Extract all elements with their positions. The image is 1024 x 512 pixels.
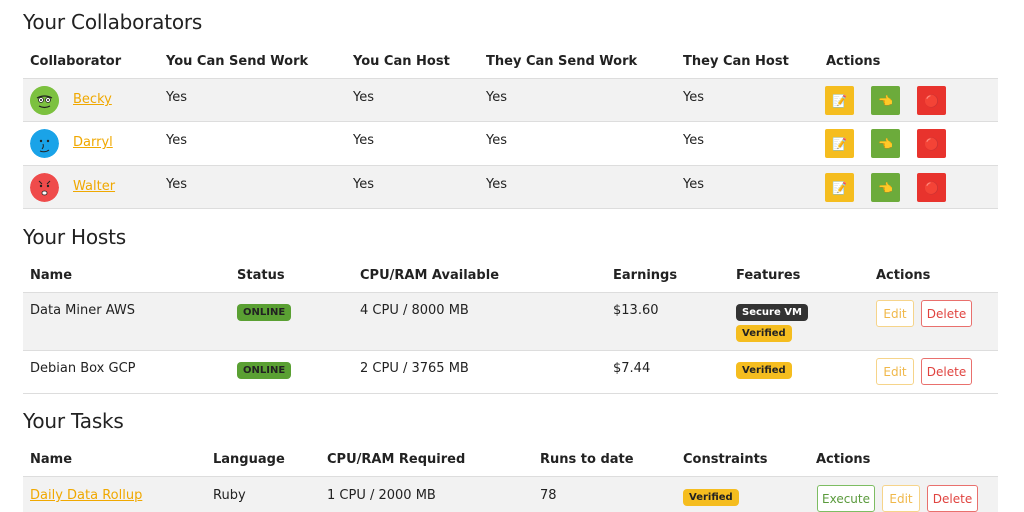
edit-note-icon: 📝 — [832, 136, 847, 151]
red-circle-icon: 🔴 — [924, 93, 939, 108]
feature-badge-secure-vm: Secure VM — [736, 304, 808, 321]
avatar-becky — [30, 86, 59, 115]
host-row: Debian Box GCP ONLINE 2 CPU / 3765 MB $7… — [23, 351, 998, 394]
earnings-value: $7.44 — [613, 361, 651, 376]
they-host-value: Yes — [683, 133, 704, 148]
header-name: Name — [30, 268, 73, 283]
language-value: Ruby — [213, 488, 246, 503]
header-actions: Actions — [826, 54, 881, 69]
host-row: Data Miner AWS ONLINE 4 CPU / 8000 MB $1… — [23, 293, 998, 351]
tasks-header-row: Name Language CPU/RAM Required Runs to d… — [23, 440, 998, 477]
they-send-value: Yes — [486, 90, 507, 105]
they-send-value: Yes — [486, 133, 507, 148]
hosts-table: Name Status CPU/RAM Available Earnings F… — [23, 256, 998, 394]
remove-collaborator-button[interactable]: 🔴 — [917, 129, 946, 158]
point-hand-icon: 👈 — [878, 136, 893, 151]
you-send-value: Yes — [166, 177, 187, 192]
header-cpu-ram-required: CPU/RAM Required — [327, 452, 466, 467]
execute-task-button[interactable]: Execute — [817, 485, 875, 512]
edit-collaborator-button[interactable]: 📝 — [825, 86, 854, 115]
send-work-button[interactable]: 👈 — [871, 129, 900, 158]
point-hand-icon: 👈 — [878, 180, 893, 195]
edit-note-icon: 📝 — [832, 180, 847, 195]
you-send-value: Yes — [166, 133, 187, 148]
collaborator-link-becky[interactable]: Becky — [73, 92, 112, 107]
red-circle-icon: 🔴 — [924, 180, 939, 195]
edit-note-icon: 📝 — [832, 93, 847, 108]
they-host-value: Yes — [683, 177, 704, 192]
monster-avatar-icon — [30, 173, 59, 202]
collaborators-table: Collaborator You Can Send Work You Can H… — [23, 42, 998, 209]
header-features: Features — [736, 268, 801, 283]
cpu-ram-value: 1 CPU / 2000 MB — [327, 488, 436, 503]
header-actions: Actions — [816, 452, 871, 467]
you-host-value: Yes — [353, 90, 374, 105]
collaborator-row-becky: Becky Yes Yes Yes Yes 📝 👈 🔴 — [23, 79, 998, 122]
task-link[interactable]: Daily Data Rollup — [30, 488, 142, 503]
header-constraints: Constraints — [683, 452, 768, 467]
edit-task-button[interactable]: Edit — [882, 485, 920, 512]
point-hand-icon: 👈 — [878, 93, 893, 108]
earnings-value: $13.60 — [613, 303, 659, 318]
avatar-walter — [30, 173, 59, 202]
task-row: Daily Data Rollup Ruby 1 CPU / 2000 MB 7… — [23, 477, 998, 512]
cpu-ram-value: 4 CPU / 8000 MB — [360, 303, 469, 318]
header-actions: Actions — [876, 268, 931, 283]
status-badge: ONLINE — [237, 362, 292, 379]
they-host-value: Yes — [683, 90, 704, 105]
monster-avatar-icon — [30, 129, 59, 158]
header-you-can-host: You Can Host — [353, 54, 450, 69]
host-name: Data Miner AWS — [30, 303, 136, 318]
feature-badge-verified: Verified — [736, 325, 792, 342]
hosts-title: Your Hosts — [23, 225, 127, 249]
header-collaborator: Collaborator — [30, 54, 122, 69]
collaborators-title: Your Collaborators — [23, 10, 203, 34]
send-work-button[interactable]: 👈 — [871, 173, 900, 202]
remove-collaborator-button[interactable]: 🔴 — [917, 86, 946, 115]
remove-collaborator-button[interactable]: 🔴 — [917, 173, 946, 202]
edit-host-button[interactable]: Edit — [876, 300, 914, 327]
header-earnings: Earnings — [613, 268, 678, 283]
header-you-can-send-work: You Can Send Work — [166, 54, 309, 69]
edit-collaborator-button[interactable]: 📝 — [825, 173, 854, 202]
header-they-can-host: They Can Host — [683, 54, 789, 69]
tasks-table: Name Language CPU/RAM Required Runs to d… — [23, 440, 998, 512]
header-language: Language — [213, 452, 285, 467]
collaborators-header-row: Collaborator You Can Send Work You Can H… — [23, 42, 998, 79]
status-badge: ONLINE — [237, 304, 292, 321]
delete-host-button[interactable]: Delete — [921, 358, 972, 385]
you-host-value: Yes — [353, 177, 374, 192]
delete-host-button[interactable]: Delete — [921, 300, 972, 327]
host-name: Debian Box GCP — [30, 361, 136, 376]
cpu-ram-value: 2 CPU / 3765 MB — [360, 361, 469, 376]
hosts-header-row: Name Status CPU/RAM Available Earnings F… — [23, 256, 998, 293]
collaborator-row-darryl: Darryl Yes Yes Yes Yes 📝 👈 🔴 — [23, 122, 998, 166]
collaborator-link-walter[interactable]: Walter — [73, 179, 115, 194]
you-host-value: Yes — [353, 133, 374, 148]
you-send-value: Yes — [166, 90, 187, 105]
header-cpu-ram-available: CPU/RAM Available — [360, 268, 500, 283]
delete-task-button[interactable]: Delete — [927, 485, 978, 512]
collaborator-row-walter: Walter Yes Yes Yes Yes 📝 👈 🔴 — [23, 166, 998, 209]
tasks-title: Your Tasks — [23, 409, 124, 433]
avatar-darryl — [30, 129, 59, 158]
send-work-button[interactable]: 👈 — [871, 86, 900, 115]
header-status: Status — [237, 268, 285, 283]
header-they-can-send-work: They Can Send Work — [486, 54, 638, 69]
monster-avatar-icon — [30, 86, 59, 115]
edit-host-button[interactable]: Edit — [876, 358, 914, 385]
constraint-badge-verified: Verified — [683, 489, 739, 506]
edit-collaborator-button[interactable]: 📝 — [825, 129, 854, 158]
collaborator-link-darryl[interactable]: Darryl — [73, 135, 113, 150]
red-circle-icon: 🔴 — [924, 136, 939, 151]
they-send-value: Yes — [486, 177, 507, 192]
header-name: Name — [30, 452, 73, 467]
feature-badge-verified: Verified — [736, 362, 792, 379]
header-runs-to-date: Runs to date — [540, 452, 634, 467]
runs-value: 78 — [540, 488, 557, 503]
